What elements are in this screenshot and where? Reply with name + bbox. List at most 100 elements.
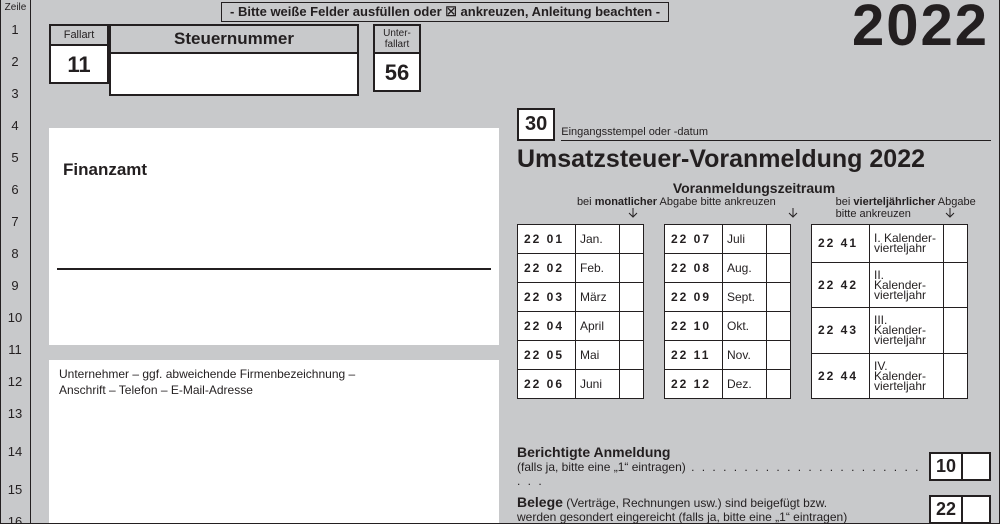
berichtigte-code-box: 10 <box>929 452 991 481</box>
month-checkbox[interactable] <box>620 254 644 283</box>
month-label: Sept. <box>723 283 767 312</box>
belege-row: Belege (Verträge, Rechnungen usw.) sind … <box>517 494 991 524</box>
month-checkbox[interactable] <box>767 341 791 370</box>
month-code: 22 11 <box>665 341 723 370</box>
zeile-3: 3 <box>1 86 29 101</box>
unterfallart-value[interactable]: 56 <box>373 54 421 92</box>
arrow-down-icon <box>627 208 639 220</box>
stamp-label: Eingangsstempel oder -datum <box>561 126 991 141</box>
unterfallart-label-l1: Unter- <box>383 28 411 39</box>
month-code: 22 05 <box>518 341 576 370</box>
quarter-checkbox[interactable] <box>944 308 968 353</box>
unternehmer-caption-l1: Unternehmer – ggf. abweichende Firmenbez… <box>59 367 355 381</box>
berichtigte-heading: Berichtigte Anmeldung <box>517 444 671 460</box>
quarter-checkbox[interactable] <box>944 225 968 263</box>
stamp-code: 30 <box>517 108 555 141</box>
month-code: 22 02 <box>518 254 576 283</box>
steuernummer-label: Steuernummer <box>109 24 359 54</box>
form-page: Zeile 1 2 3 4 5 6 7 8 9 10 11 12 13 14 1… <box>0 0 1000 524</box>
instruction-banner: - Bitte weiße Felder ausfüllen oder ☒ an… <box>221 2 669 22</box>
quarter-label: IV. Kalender- vierteljahr <box>870 353 944 398</box>
month-checkbox[interactable] <box>620 312 644 341</box>
month-label: Feb. <box>576 254 620 283</box>
zeile-5: 5 <box>1 150 29 165</box>
zeile-7: 7 <box>1 214 29 229</box>
month-label: April <box>576 312 620 341</box>
quarterly-note-l2: bitte ankreuzen <box>836 208 911 220</box>
month-checkbox[interactable] <box>620 341 644 370</box>
berichtigte-subtext: (falls ja, bitte eine „1“ eintragen) <box>517 460 920 488</box>
monthly-note-post: Abgabe bitte ankreuzen <box>657 196 776 208</box>
unterfallart-label-l2: fallart <box>385 39 409 50</box>
month-checkbox[interactable] <box>767 283 791 312</box>
quarterly-note-pre: bei <box>836 196 854 208</box>
unternehmer-caption: Unternehmer – ggf. abweichende Firmenbez… <box>49 360 499 398</box>
finanzamt-underline <box>57 268 491 270</box>
period-subheading: bei monatlicher Abgabe bitte ankreuzen b… <box>517 196 991 222</box>
month-code: 22 04 <box>518 312 576 341</box>
zeile-10: 10 <box>1 310 29 325</box>
zeile-4: 4 <box>1 118 29 133</box>
period-heading: Voranmeldungszeitraum <box>517 180 991 196</box>
month-label: Juli <box>723 225 767 254</box>
zeile-12: 12 <box>1 374 29 389</box>
quarterly-note-post: Abgabe <box>935 196 975 208</box>
period-tables: 22 01Jan. 22 02Feb. 22 03März 22 04April… <box>517 224 991 399</box>
month-code: 22 03 <box>518 283 576 312</box>
unternehmer-caption-l2: Anschrift – Telefon – E-Mail-Adresse <box>59 383 253 397</box>
month-label: Nov. <box>723 341 767 370</box>
header-block: Fallart 11 Steuernummer Unter- fallart 5… <box>49 24 421 96</box>
monthly-note-bold: monatlicher <box>595 196 657 208</box>
berichtigte-row: Berichtigte Anmeldung (falls ja, bitte e… <box>517 444 991 488</box>
zeile-8: 8 <box>1 246 29 261</box>
month-label: Okt. <box>723 312 767 341</box>
quarter-label: III. Kalender- vierteljahr <box>870 308 944 353</box>
month-code: 22 06 <box>518 370 576 399</box>
belege-line1: (Verträge, Rechnungen usw.) sind beigefü… <box>563 496 827 510</box>
finanzamt-panel[interactable]: Finanzamt <box>49 128 499 346</box>
berichtigte-code: 10 <box>931 454 963 479</box>
month-checkbox[interactable] <box>767 312 791 341</box>
month-checkbox[interactable] <box>620 225 644 254</box>
unternehmer-panel[interactable]: Unternehmer – ggf. abweichende Firmenbez… <box>49 360 499 524</box>
belege-field[interactable] <box>963 497 989 522</box>
month-code: 22 01 <box>518 225 576 254</box>
quarter-code: 22 43 <box>812 308 870 353</box>
zeile-2: 2 <box>1 54 29 69</box>
monthly-note-pre: bei <box>577 196 595 208</box>
quarter-checkbox[interactable] <box>944 262 968 307</box>
month-checkbox[interactable] <box>620 370 644 399</box>
finanzamt-label: Finanzamt <box>49 128 499 180</box>
zeile-16: 16 <box>1 514 29 524</box>
month-checkbox[interactable] <box>767 225 791 254</box>
months-table-1: 22 01Jan. 22 02Feb. 22 03März 22 04April… <box>517 224 644 399</box>
month-code: 22 07 <box>665 225 723 254</box>
belege-heading: Belege <box>517 494 563 510</box>
quarter-code: 22 42 <box>812 262 870 307</box>
month-label: Jan. <box>576 225 620 254</box>
month-code: 22 08 <box>665 254 723 283</box>
month-code: 22 12 <box>665 370 723 399</box>
quarter-code: 22 44 <box>812 353 870 398</box>
berichtigte-field[interactable] <box>963 454 989 479</box>
zeile-11: 11 <box>1 342 29 357</box>
month-label: Juni <box>576 370 620 399</box>
zeile-heading: Zeile <box>1 0 30 13</box>
belege-code-box: 22 <box>929 495 991 524</box>
quarter-checkbox[interactable] <box>944 353 968 398</box>
month-checkbox[interactable] <box>620 283 644 312</box>
steuernummer-field[interactable] <box>109 54 359 96</box>
right-column: 30 Eingangsstempel oder -datum Umsatzste… <box>517 108 991 399</box>
month-checkbox[interactable] <box>767 254 791 283</box>
month-label: März <box>576 283 620 312</box>
zeile-14: 14 <box>1 444 29 459</box>
belege-code: 22 <box>931 497 963 522</box>
arrow-down-icon <box>944 208 956 220</box>
form-year: 2022 <box>852 0 989 59</box>
fallart-label: Fallart <box>49 24 109 46</box>
quarter-label: I. Kalender- vierteljahr <box>870 225 944 263</box>
month-checkbox[interactable] <box>767 370 791 399</box>
belege-line2: werden gesondert eingereicht (falls ja, … <box>517 510 847 524</box>
fallart-value[interactable]: 11 <box>49 46 109 84</box>
zeile-1: 1 <box>1 22 29 37</box>
